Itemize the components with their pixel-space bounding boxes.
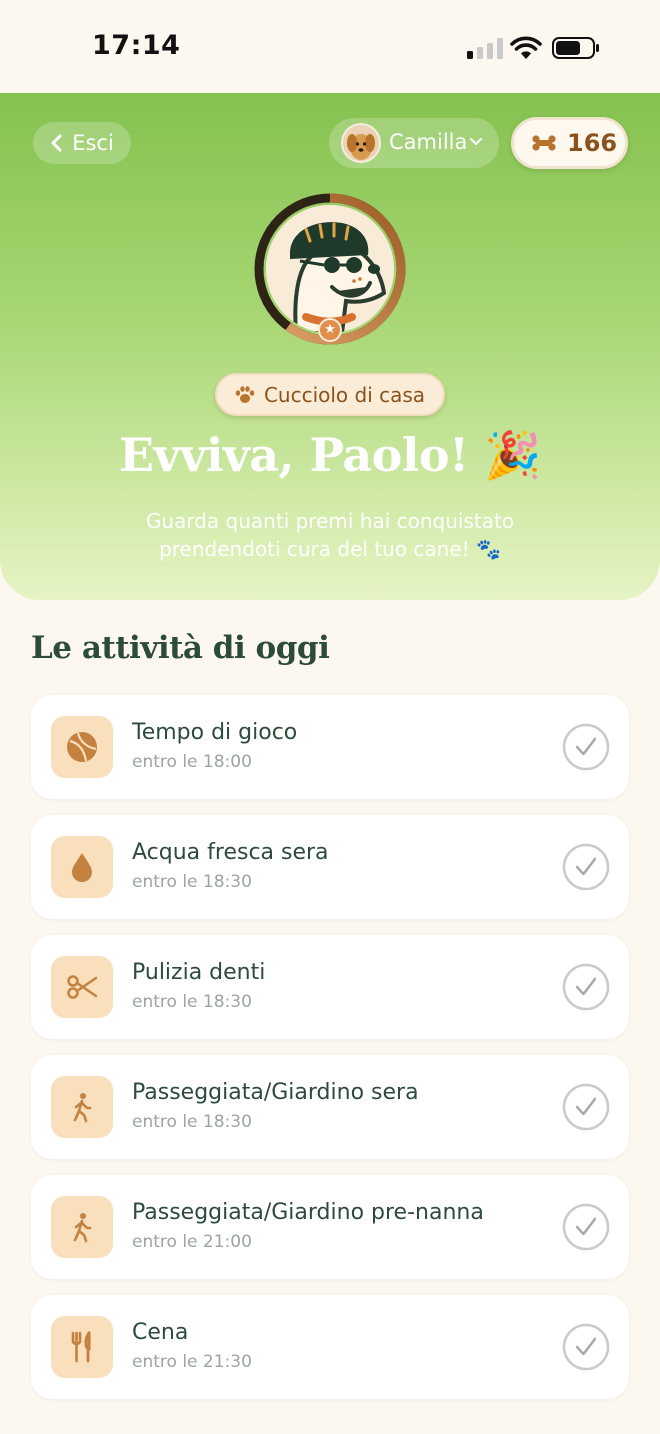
back-button-label: Esci xyxy=(72,131,114,155)
task-icon-tile xyxy=(51,1196,113,1258)
check-circle-icon[interactable] xyxy=(562,1323,610,1371)
bone-icon xyxy=(532,135,556,151)
task-due-time: entro le 21:00 xyxy=(132,1232,252,1252)
star-icon: ★ xyxy=(318,318,342,342)
scissors-icon xyxy=(67,975,98,999)
status-time: 17:14 xyxy=(92,30,181,61)
rank-badge-label: Cucciolo di casa xyxy=(263,382,426,407)
task-icon-tile xyxy=(51,1076,113,1138)
cellular-signal-icon xyxy=(467,38,503,59)
bones-count: 166 xyxy=(567,129,618,157)
task-card[interactable]: Acqua fresca sera entro le 18:30 xyxy=(31,815,629,919)
dog-avatar xyxy=(341,123,381,163)
check-circle-icon[interactable] xyxy=(562,1203,610,1251)
profile-switcher[interactable]: Camilla xyxy=(329,118,499,168)
golden-retriever-icon xyxy=(343,125,379,161)
battery-icon xyxy=(552,37,599,59)
task-card[interactable]: Cena entro le 21:30 xyxy=(31,1295,629,1399)
task-card[interactable]: Passeggiata/Giardino sera entro le 18:30 xyxy=(31,1055,629,1159)
chevron-left-icon xyxy=(51,134,62,152)
chevron-down-icon xyxy=(470,138,482,145)
subtitle-line-1: Guarda quanti premi hai conquistato xyxy=(145,509,515,533)
task-title: Passeggiata/Giardino sera xyxy=(132,1080,419,1105)
task-due-time: entro le 18:30 xyxy=(132,872,252,892)
task-title: Acqua fresca sera xyxy=(132,840,329,865)
status-bar: 17:14 xyxy=(0,0,660,94)
task-icon-tile xyxy=(51,836,113,898)
rank-badge: Cucciolo di casa xyxy=(215,373,445,416)
subtitle-line-2: prendendoti cura del tuo cane! 🐾 xyxy=(159,537,501,561)
wifi-icon xyxy=(510,36,542,59)
check-circle-icon[interactable] xyxy=(562,843,610,891)
task-due-time: entro le 21:30 xyxy=(132,1352,252,1372)
task-icon-tile xyxy=(51,956,113,1018)
section-title: Le attività di oggi xyxy=(31,630,330,666)
walking-icon xyxy=(73,1093,92,1123)
task-due-time: entro le 18:30 xyxy=(132,1112,252,1132)
task-due-time: entro le 18:30 xyxy=(132,992,252,1012)
check-circle-icon[interactable] xyxy=(562,723,610,771)
task-icon-tile xyxy=(51,1316,113,1378)
dog-mascot-illustration xyxy=(266,205,394,333)
task-title: Pulizia denti xyxy=(132,960,266,985)
check-circle-icon[interactable] xyxy=(562,963,610,1011)
task-card[interactable]: Passeggiata/Giardino pre-nanna entro le … xyxy=(31,1175,629,1279)
task-title: Cena xyxy=(132,1320,189,1345)
task-due-time: entro le 18:00 xyxy=(132,752,252,772)
greeting-headline: Evviva, Paolo! 🎉 xyxy=(118,428,542,482)
task-title: Passeggiata/Giardino pre-nanna xyxy=(132,1200,484,1225)
back-button[interactable]: Esci xyxy=(33,122,131,164)
bones-counter[interactable]: 166 xyxy=(511,117,628,169)
task-card[interactable]: Pulizia denti entro le 18:30 xyxy=(31,935,629,1039)
water-drop-icon xyxy=(72,853,92,882)
paw-icon xyxy=(235,385,255,403)
check-circle-icon[interactable] xyxy=(562,1083,610,1131)
profile-name: Camilla xyxy=(389,130,468,154)
greeting-subtitle: Guarda quanti premi hai conquistato pren… xyxy=(100,507,560,563)
ball-icon xyxy=(67,732,97,762)
walking-icon xyxy=(73,1213,92,1243)
task-title: Tempo di gioco xyxy=(132,720,298,745)
task-icon-tile xyxy=(51,716,113,778)
task-card[interactable]: Tempo di gioco entro le 18:00 xyxy=(31,695,629,799)
fork-knife-icon xyxy=(71,1331,91,1363)
